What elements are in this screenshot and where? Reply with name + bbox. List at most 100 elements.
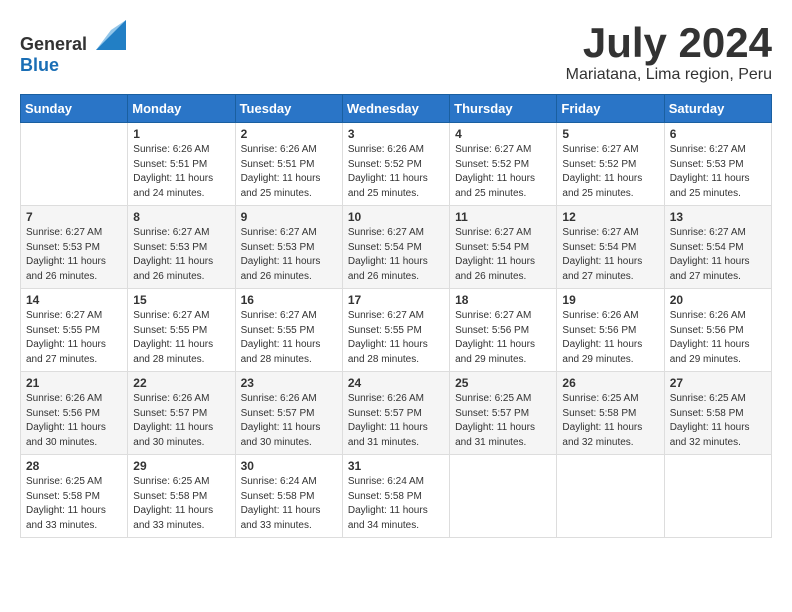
day-number: 17: [348, 293, 444, 307]
week-row-1: 1 Sunrise: 6:26 AMSunset: 5:51 PMDaylight…: [21, 123, 772, 206]
day-number: 5: [562, 127, 658, 141]
day-info: Sunrise: 6:25 AMSunset: 5:58 PMDaylight:…: [670, 392, 766, 450]
day-number: 13: [670, 210, 766, 224]
day-cell: 8 Sunrise: 6:27 AMSunset: 5:53 PMDaylight…: [128, 206, 235, 289]
day-number: 3: [348, 127, 444, 141]
day-number: 8: [133, 210, 229, 224]
day-cell: 19 Sunrise: 6:26 AMSunset: 5:56 PMDayligh…: [557, 289, 664, 372]
day-cell: 3 Sunrise: 6:26 AMSunset: 5:52 PMDaylight…: [342, 123, 449, 206]
day-number: 30: [241, 459, 337, 473]
day-number: 27: [670, 376, 766, 390]
day-cell: 30 Sunrise: 6:24 AMSunset: 5:58 PMDayligh…: [235, 455, 342, 538]
day-number: 21: [26, 376, 122, 390]
day-info: Sunrise: 6:27 AMSunset: 5:53 PMDaylight:…: [670, 143, 766, 201]
day-info: Sunrise: 6:26 AMSunset: 5:56 PMDaylight:…: [26, 392, 122, 450]
weekday-header-sunday: Sunday: [21, 95, 128, 123]
day-info: Sunrise: 6:26 AMSunset: 5:52 PMDaylight:…: [348, 143, 444, 201]
day-cell: 10 Sunrise: 6:27 AMSunset: 5:54 PMDayligh…: [342, 206, 449, 289]
day-number: 2: [241, 127, 337, 141]
day-info: Sunrise: 6:27 AMSunset: 5:52 PMDaylight:…: [455, 143, 551, 201]
day-info: Sunrise: 6:26 AMSunset: 5:56 PMDaylight:…: [562, 309, 658, 367]
day-info: Sunrise: 6:25 AMSunset: 5:57 PMDaylight:…: [455, 392, 551, 450]
day-info: Sunrise: 6:26 AMSunset: 5:51 PMDaylight:…: [133, 143, 229, 201]
weekday-header-wednesday: Wednesday: [342, 95, 449, 123]
day-cell: 2Sunrise: 6:26 AMSunset: 5:51 PMDaylight…: [235, 123, 342, 206]
day-number: 22: [133, 376, 229, 390]
day-number: 6: [670, 127, 766, 141]
day-number: 31: [348, 459, 444, 473]
day-cell: 17 Sunrise: 6:27 AMSunset: 5:55 PMDayligh…: [342, 289, 449, 372]
day-cell: [557, 455, 664, 538]
day-number: 18: [455, 293, 551, 307]
day-cell: 13Sunrise: 6:27 AMSunset: 5:54 PMDayligh…: [664, 206, 771, 289]
day-number: 24: [348, 376, 444, 390]
day-info: Sunrise: 6:27 AMSunset: 5:55 PMDaylight:…: [241, 309, 337, 367]
day-number: 10: [348, 210, 444, 224]
title-block: July 2024 Mariatana, Lima region, Peru: [566, 20, 772, 84]
day-cell: 18 Sunrise: 6:27 AMSunset: 5:56 PMDayligh…: [450, 289, 557, 372]
day-cell: 26Sunrise: 6:25 AMSunset: 5:58 PMDayligh…: [557, 372, 664, 455]
day-info: Sunrise: 6:26 AMSunset: 5:57 PMDaylight:…: [348, 392, 444, 450]
day-cell: 1 Sunrise: 6:26 AMSunset: 5:51 PMDaylight…: [128, 123, 235, 206]
day-number: 16: [241, 293, 337, 307]
day-info: Sunrise: 6:27 AMSunset: 5:55 PMDaylight:…: [133, 309, 229, 367]
week-row-4: 21 Sunrise: 6:26 AMSunset: 5:56 PMDayligh…: [21, 372, 772, 455]
month-title: July 2024: [566, 20, 772, 66]
day-cell: 27 Sunrise: 6:25 AMSunset: 5:58 PMDayligh…: [664, 372, 771, 455]
day-cell: 23Sunrise: 6:26 AMSunset: 5:57 PMDayligh…: [235, 372, 342, 455]
day-info: Sunrise: 6:27 AMSunset: 5:54 PMDaylight:…: [348, 226, 444, 284]
day-number: 12: [562, 210, 658, 224]
day-info: Sunrise: 6:27 AMSunset: 5:55 PMDaylight:…: [348, 309, 444, 367]
day-cell: [450, 455, 557, 538]
day-cell: 25 Sunrise: 6:25 AMSunset: 5:57 PMDayligh…: [450, 372, 557, 455]
week-row-3: 14 Sunrise: 6:27 AMSunset: 5:55 PMDayligh…: [21, 289, 772, 372]
day-number: 7: [26, 210, 122, 224]
day-number: 19: [562, 293, 658, 307]
weekday-header-row: SundayMondayTuesdayWednesdayThursdayFrid…: [21, 95, 772, 123]
day-info: Sunrise: 6:26 AMSunset: 5:56 PMDaylight:…: [670, 309, 766, 367]
day-cell: [664, 455, 771, 538]
day-cell: 7Sunrise: 6:27 AMSunset: 5:53 PMDaylight…: [21, 206, 128, 289]
day-number: 15: [133, 293, 229, 307]
day-info: Sunrise: 6:27 AMSunset: 5:54 PMDaylight:…: [562, 226, 658, 284]
day-cell: 4 Sunrise: 6:27 AMSunset: 5:52 PMDaylight…: [450, 123, 557, 206]
day-info: Sunrise: 6:27 AMSunset: 5:55 PMDaylight:…: [26, 309, 122, 367]
day-info: Sunrise: 6:24 AMSunset: 5:58 PMDaylight:…: [241, 475, 337, 533]
day-info: Sunrise: 6:25 AMSunset: 5:58 PMDaylight:…: [26, 475, 122, 533]
day-number: 4: [455, 127, 551, 141]
day-cell: 5 Sunrise: 6:27 AMSunset: 5:52 PMDaylight…: [557, 123, 664, 206]
day-number: 23: [241, 376, 337, 390]
weekday-header-saturday: Saturday: [664, 95, 771, 123]
day-cell: 6 Sunrise: 6:27 AMSunset: 5:53 PMDaylight…: [664, 123, 771, 206]
day-cell: 16 Sunrise: 6:27 AMSunset: 5:55 PMDayligh…: [235, 289, 342, 372]
logo-general: General: [20, 34, 87, 54]
weekday-header-monday: Monday: [128, 95, 235, 123]
day-info: Sunrise: 6:27 AMSunset: 5:53 PMDaylight:…: [133, 226, 229, 284]
day-number: 28: [26, 459, 122, 473]
logo-text: General Blue: [20, 20, 126, 76]
location-title: Mariatana, Lima region, Peru: [566, 66, 772, 84]
page-header: General Blue July 2024 Mariatana, Lima r…: [20, 20, 772, 84]
week-row-2: 7 Sunrise: 6:27 AMSunset: 5:53 PMDaylight…: [21, 206, 772, 289]
day-number: 1: [133, 127, 229, 141]
logo-blue: Blue: [20, 55, 59, 75]
day-cell: 31Sunrise: 6:24 AMSunset: 5:58 PMDayligh…: [342, 455, 449, 538]
day-cell: 12 Sunrise: 6:27 AMSunset: 5:54 PMDayligh…: [557, 206, 664, 289]
day-info: Sunrise: 6:27 AMSunset: 5:52 PMDaylight:…: [562, 143, 658, 201]
day-number: 11: [455, 210, 551, 224]
day-cell: 21 Sunrise: 6:26 AMSunset: 5:56 PMDayligh…: [21, 372, 128, 455]
logo: General Blue: [20, 20, 126, 76]
day-number: 20: [670, 293, 766, 307]
day-number: 9: [241, 210, 337, 224]
day-cell: 29 Sunrise: 6:25 AMSunset: 5:58 PMDayligh…: [128, 455, 235, 538]
calendar-table: SundayMondayTuesdayWednesdayThursdayFrid…: [20, 94, 772, 538]
day-cell: 9Sunrise: 6:27 AMSunset: 5:53 PMDaylight…: [235, 206, 342, 289]
weekday-header-thursday: Thursday: [450, 95, 557, 123]
day-number: 29: [133, 459, 229, 473]
day-info: Sunrise: 6:25 AMSunset: 5:58 PMDaylight:…: [133, 475, 229, 533]
week-row-5: 28 Sunrise: 6:25 AMSunset: 5:58 PMDayligh…: [21, 455, 772, 538]
day-cell: 11Sunrise: 6:27 AMSunset: 5:54 PMDayligh…: [450, 206, 557, 289]
day-number: 25: [455, 376, 551, 390]
day-number: 14: [26, 293, 122, 307]
day-info: Sunrise: 6:27 AMSunset: 5:56 PMDaylight:…: [455, 309, 551, 367]
